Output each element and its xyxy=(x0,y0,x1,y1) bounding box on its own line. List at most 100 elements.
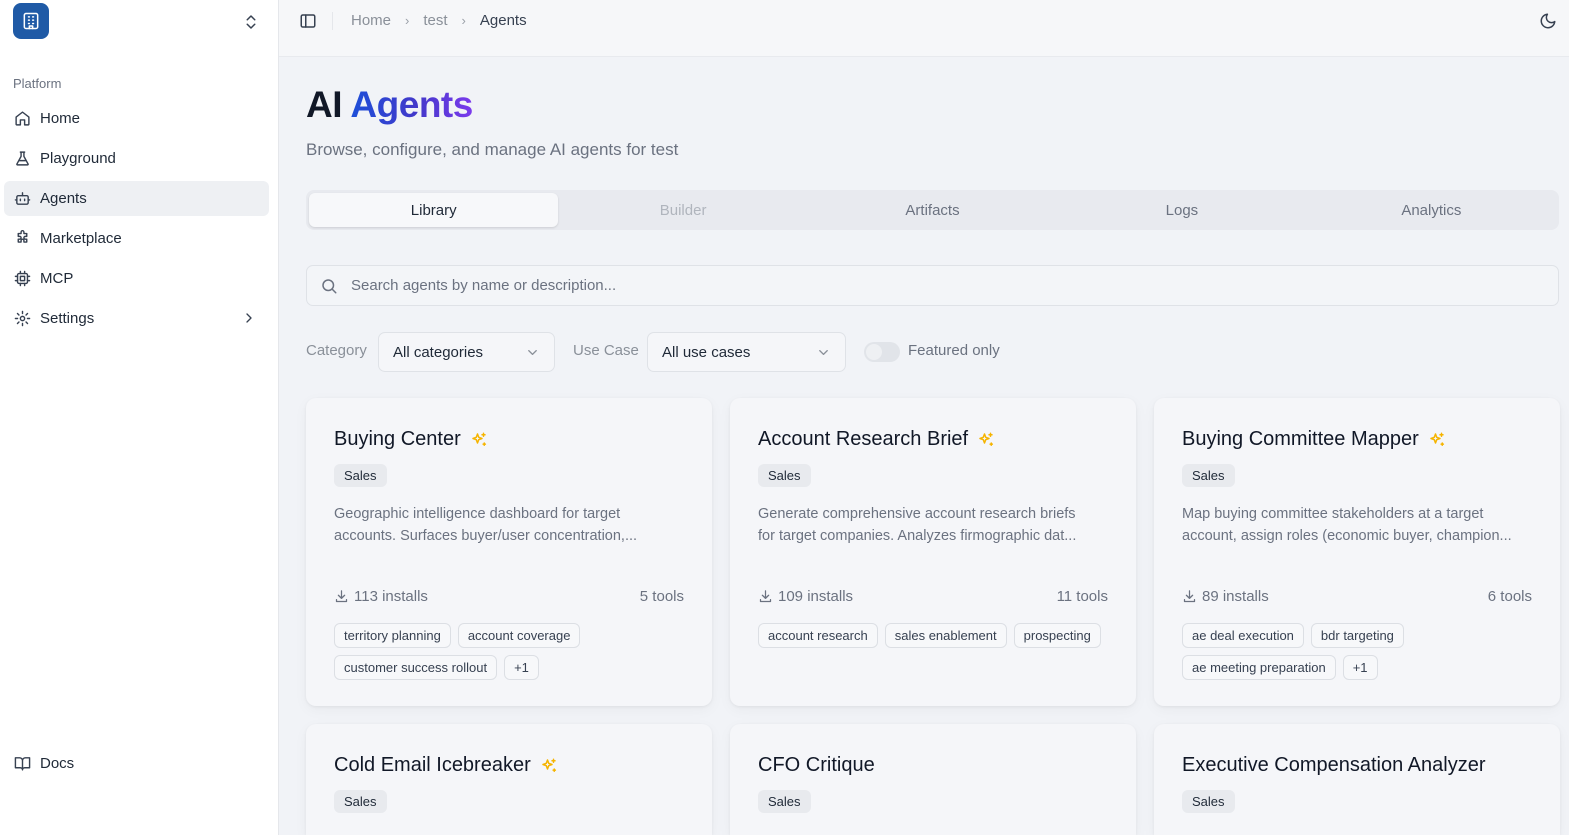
agent-card-title: Executive Compensation Analyzer xyxy=(1182,754,1486,777)
sidebar-item-marketplace[interactable]: Marketplace xyxy=(4,221,269,256)
sidebar-item-label: Playground xyxy=(40,150,116,167)
category-badge: Sales xyxy=(758,790,811,813)
description-line: Generate comprehensive account research … xyxy=(758,506,1076,522)
featured-toggle-label: Featured only xyxy=(908,342,1000,359)
agent-card-title-text: Buying Committee Mapper xyxy=(1182,428,1419,450)
home-icon xyxy=(14,111,30,126)
building-icon xyxy=(23,12,39,30)
sidebar-item-label: Marketplace xyxy=(40,230,122,247)
featured-toggle[interactable] xyxy=(864,342,900,362)
tag-more[interactable]: +1 xyxy=(1342,655,1378,680)
sparkles-icon xyxy=(1430,432,1444,446)
category-select[interactable]: All categories xyxy=(378,332,555,372)
tag: ae meeting preparation xyxy=(1182,655,1336,680)
agent-card-description: Map buying committee stakeholders at a t… xyxy=(1182,503,1532,547)
category-badge: Sales xyxy=(334,464,387,487)
category-badge: Sales xyxy=(1182,464,1235,487)
install-count: 113 installs xyxy=(334,588,428,605)
agent-card-cold-email-icebreaker[interactable]: Cold Email Icebreaker Sales xyxy=(306,724,712,835)
sidebar-item-mcp[interactable]: MCP xyxy=(4,261,269,296)
page-title-accent: Agents xyxy=(350,84,473,125)
category-badge: Sales xyxy=(334,790,387,813)
usecase-select-value: All use cases xyxy=(662,343,751,361)
cpu-icon xyxy=(14,270,30,287)
sidebar-item-label: Settings xyxy=(40,310,95,327)
tag: ae deal execution xyxy=(1182,623,1304,648)
description-line: accounts. Surfaces buyer/user concentrat… xyxy=(334,528,638,544)
description-line: account, assign roles (economic buyer, c… xyxy=(1182,528,1512,544)
flask-icon xyxy=(15,151,29,166)
chevrons-up-down-icon[interactable] xyxy=(242,12,260,32)
tab-builder[interactable]: Builder xyxy=(558,193,807,227)
tag: customer success rollout xyxy=(334,655,498,680)
topbar-divider xyxy=(332,12,333,30)
tab-library[interactable]: Library xyxy=(309,193,559,227)
download-icon xyxy=(335,590,348,603)
agent-card-description: Generate comprehensive account research … xyxy=(758,503,1108,547)
install-count-text: 109 installs xyxy=(778,588,854,605)
sidebar-item-agents[interactable]: Agents xyxy=(4,181,269,216)
chevron-right-icon: › xyxy=(405,13,410,28)
puzzle-icon xyxy=(17,230,27,243)
download-icon xyxy=(759,590,772,603)
moon-icon[interactable] xyxy=(1539,12,1557,30)
agent-card-title-text: Account Research Brief xyxy=(758,428,969,450)
sidebar-section-label: Platform xyxy=(13,76,62,91)
sidebar-item-label: MCP xyxy=(40,270,74,287)
sidebar-item-docs[interactable]: Docs xyxy=(4,746,269,781)
install-count: 89 installs xyxy=(1182,588,1269,605)
chevron-right-icon: › xyxy=(461,13,466,28)
tag: account research xyxy=(758,623,878,648)
category-select-value: All categories xyxy=(393,343,484,361)
agent-card-buying-center[interactable]: Buying Center Sales Geographic intellige… xyxy=(306,398,712,706)
sparkles-icon xyxy=(472,432,486,446)
toggle-knob xyxy=(866,344,882,360)
tag-list: territory planning account coverage cust… xyxy=(334,623,694,680)
install-count-text: 113 installs xyxy=(354,588,428,605)
sidebar-item-home[interactable]: Home xyxy=(4,101,269,136)
tag: sales enablement xyxy=(884,623,1007,648)
sidebar-item-settings[interactable]: Settings xyxy=(4,301,269,336)
agent-card-account-research-brief[interactable]: Account Research Brief Sales Generate co… xyxy=(730,398,1136,706)
tag-list: account research sales enablement prospe… xyxy=(758,623,1118,648)
tab-analytics[interactable]: Analytics xyxy=(1307,193,1556,227)
tag-more[interactable]: +1 xyxy=(504,655,539,680)
description-line: for target companies. Analyzes firmograp… xyxy=(758,528,1077,544)
tab-artifacts[interactable]: Artifacts xyxy=(808,193,1057,227)
install-count: 109 installs xyxy=(758,588,853,605)
agent-card-title: Buying Center xyxy=(334,428,488,451)
sidebar-toggle-icon[interactable] xyxy=(299,12,317,30)
agent-card-buying-committee-mapper[interactable]: Buying Committee Mapper Sales Map buying… xyxy=(1154,398,1560,706)
usecase-filter-label: Use Case xyxy=(573,342,639,359)
tab-bar: Library Builder Artifacts Logs Analytics xyxy=(306,190,1559,230)
agent-card-title-text: Executive Compensation Analyzer xyxy=(1182,754,1486,776)
usecase-select[interactable]: All use cases xyxy=(647,332,846,372)
page-title-plain: AI xyxy=(306,84,343,125)
tool-count: 11 tools xyxy=(1056,588,1108,605)
agent-card-title: Account Research Brief xyxy=(758,428,995,451)
tag: bdr targeting xyxy=(1310,623,1404,648)
workspace-logo-button[interactable] xyxy=(13,3,49,39)
install-count-text: 89 installs xyxy=(1202,588,1269,605)
tool-count: 5 tools xyxy=(639,588,684,605)
search-input[interactable] xyxy=(351,277,1451,294)
chevron-right-icon xyxy=(246,313,252,323)
book-open-icon xyxy=(14,757,30,771)
agent-card-cfo-critique[interactable]: CFO Critique Sales xyxy=(730,724,1136,835)
agent-card-title-text: CFO Critique xyxy=(758,754,875,776)
tag: territory planning xyxy=(334,623,451,648)
breadcrumb: Home › test › Agents xyxy=(351,12,527,29)
sidebar: Platform Home Playground Agents Marketpl… xyxy=(0,0,279,835)
search-icon xyxy=(322,278,337,293)
breadcrumb-current: Agents xyxy=(479,12,527,29)
tab-logs[interactable]: Logs xyxy=(1057,193,1306,227)
agent-card-executive-compensation-analyzer[interactable]: Executive Compensation Analyzer Sales xyxy=(1154,724,1560,835)
sidebar-item-playground[interactable]: Playground xyxy=(4,141,269,176)
breadcrumb-home[interactable]: Home xyxy=(351,12,391,29)
sidebar-item-label: Agents xyxy=(40,190,87,207)
tool-count: 6 tools xyxy=(1487,588,1532,605)
description-line: Map buying committee stakeholders at a t… xyxy=(1182,506,1484,522)
chevron-down-icon xyxy=(528,350,537,355)
breadcrumb-test[interactable]: test xyxy=(423,12,447,29)
tag: prospecting xyxy=(1013,623,1101,648)
